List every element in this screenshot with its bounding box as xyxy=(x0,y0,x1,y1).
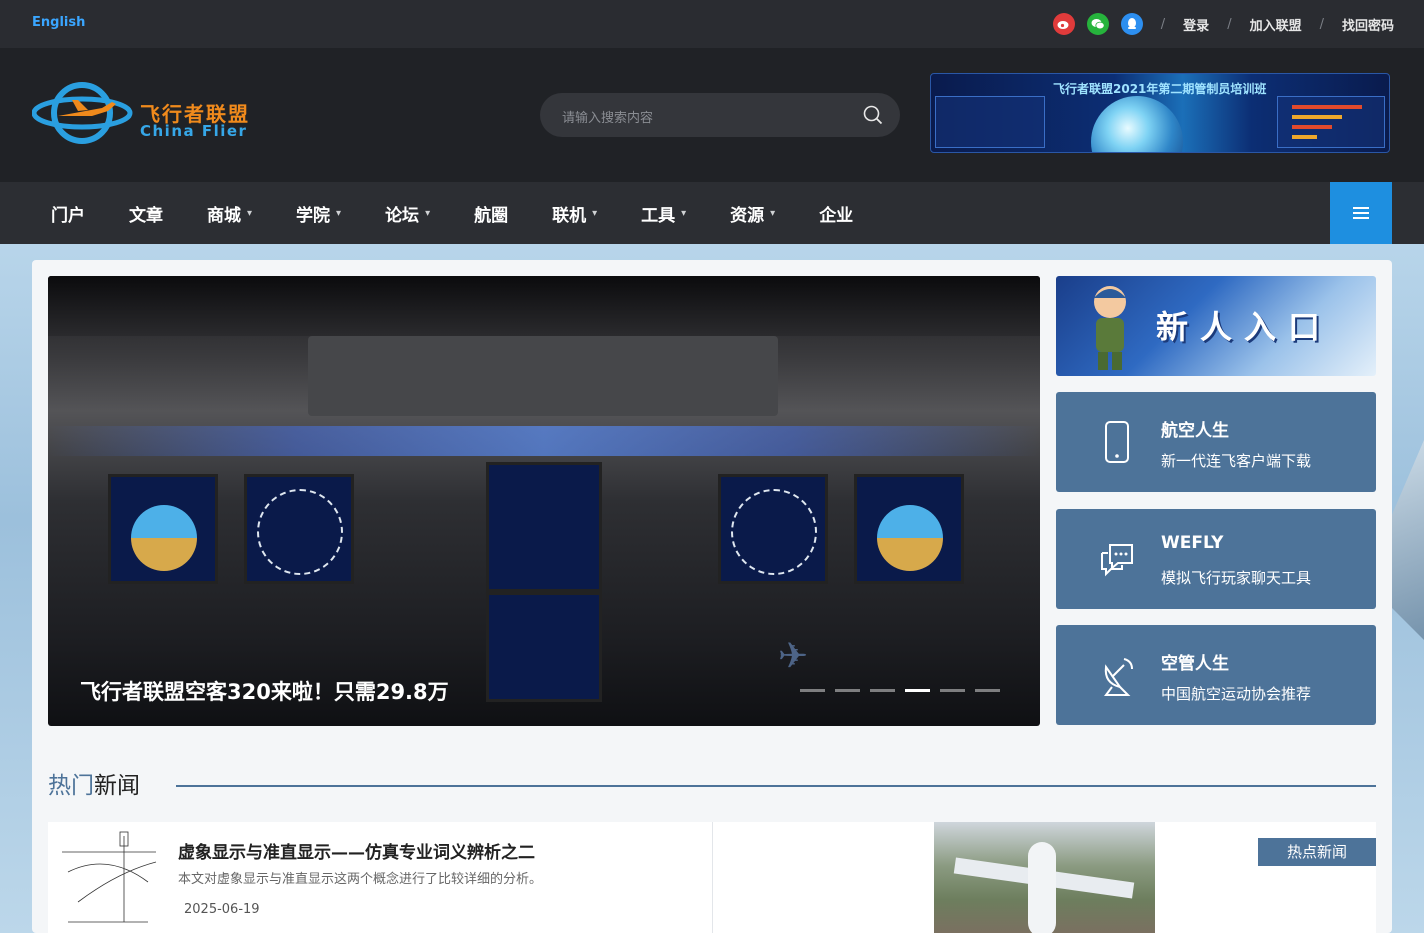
nav-item-academy[interactable]: 学院 ▾ xyxy=(279,201,358,226)
carousel-dots xyxy=(800,689,1000,692)
nd-screen xyxy=(244,474,354,584)
carousel-dot[interactable] xyxy=(835,689,860,692)
language-switch[interactable]: English xyxy=(32,15,85,30)
top-bar-right: / 登录 / 加入联盟 / 找回密码 xyxy=(1052,13,1394,35)
weibo-icon[interactable] xyxy=(1052,13,1075,35)
hot-news-list: 虚象显示与准直显示——仿真专业词义辨析之二 本文对虚象显示与准直显示这两个概念进… xyxy=(48,822,1376,933)
pfd-screen-right xyxy=(854,474,964,584)
news-photo[interactable] xyxy=(934,822,1155,933)
chevron-down-icon: ▾ xyxy=(592,207,598,219)
newbie-entrance-banner[interactable]: 新人入口 xyxy=(1056,276,1376,376)
chevron-down-icon: ▾ xyxy=(336,207,342,219)
cockpit-ceiling xyxy=(48,276,1040,336)
forgot-password-link[interactable]: 找回密码 xyxy=(1342,15,1394,34)
card-title: 空管人生 xyxy=(1161,654,1229,674)
wefly-card[interactable]: WEFLY 模拟飞行玩家聊天工具 xyxy=(1056,509,1376,609)
card-title: WEFLY xyxy=(1161,533,1224,553)
ecam-screen xyxy=(486,462,602,592)
banner-title: 飞行者联盟2021年第二期管制员培训班 xyxy=(1053,82,1267,96)
main-nav: 门户 文章 商城 ▾ 学院 ▾ 论坛 ▾ 航圈 联机 ▾ 工具 ▾ 资源 ▾ 企业 xyxy=(0,182,1424,244)
nav-item-tools[interactable]: 工具 ▾ xyxy=(624,201,703,226)
hot-news-badge[interactable]: 热点新闻 xyxy=(1258,838,1376,866)
card-subtitle: 中国航空运动协会推荐 xyxy=(1161,685,1312,703)
separator: / xyxy=(1319,16,1324,32)
cockpit-overhead-panel xyxy=(308,336,778,416)
carousel-caption[interactable]: 飞行者联盟空客320来啦！只需29.8万 xyxy=(80,676,449,706)
search-input[interactable]: 请输入搜索内容 xyxy=(540,93,900,137)
nav-item-portal[interactable]: 门户 xyxy=(34,201,102,226)
pfd-screen xyxy=(108,474,218,584)
top-bar: English / 登录 / 加入联盟 / 找回密码 xyxy=(0,0,1424,48)
atc-life-card[interactable]: 空管人生 中国航空运动协会推荐 xyxy=(1056,625,1376,725)
card-subtitle: 新一代连飞客户端下载 xyxy=(1161,452,1312,470)
phone-icon xyxy=(1105,421,1129,463)
chevron-down-icon: ▾ xyxy=(425,207,431,219)
logo-globe-icon xyxy=(31,82,133,144)
newbie-label: 新人入口 xyxy=(1156,308,1333,346)
watermark-logo: ✈ xyxy=(778,636,809,677)
chat-icon xyxy=(1101,544,1133,577)
radar-dish-icon xyxy=(1104,658,1133,696)
search-icon[interactable] xyxy=(862,104,884,126)
chevron-down-icon: ▾ xyxy=(770,207,776,219)
hot-news-heading: 热门新闻 xyxy=(48,773,140,799)
heading-divider xyxy=(176,785,1376,787)
login-link[interactable]: 登录 xyxy=(1183,15,1209,34)
card-title: 航空人生 xyxy=(1161,421,1229,441)
carousel-dot[interactable] xyxy=(800,689,825,692)
globe-image xyxy=(1091,96,1183,152)
menu-icon xyxy=(1353,207,1369,219)
stats-panel xyxy=(1277,96,1385,148)
nav-item-online[interactable]: 联机 ▾ xyxy=(535,201,614,226)
nav-item-enterprise[interactable]: 企业 xyxy=(802,201,870,226)
news-title[interactable]: 虚象显示与准直显示——仿真专业词义辨析之二 xyxy=(178,838,535,863)
news-thumbnail[interactable] xyxy=(48,822,162,933)
carousel-dot[interactable] xyxy=(870,689,895,692)
training-banner[interactable]: 飞行者联盟2021年第二期管制员培训班 xyxy=(930,73,1390,153)
join-link[interactable]: 加入联盟 xyxy=(1250,15,1302,34)
separator: / xyxy=(1160,16,1166,32)
hamburger-menu-button[interactable] xyxy=(1330,182,1392,244)
carousel-dot-active[interactable] xyxy=(905,689,930,692)
news-description: 本文对虚象显示与准直显示这两个概念进行了比较详细的分析。 xyxy=(178,872,543,887)
site-logo[interactable]: 飞行者联盟 China Flier xyxy=(31,78,252,148)
header: 飞行者联盟 China Flier 请输入搜索内容 飞行者联盟2021年第二期管… xyxy=(0,48,1424,182)
pilot-mascot-icon xyxy=(1094,286,1126,370)
carousel-dot[interactable] xyxy=(940,689,965,692)
wechat-icon[interactable] xyxy=(1086,13,1109,35)
nav-item-circle[interactable]: 航圈 xyxy=(457,201,525,226)
nav-item-resources[interactable]: 资源 ▾ xyxy=(713,201,792,226)
card-subtitle: 模拟飞行玩家聊天工具 xyxy=(1161,569,1312,587)
chevron-down-icon: ▾ xyxy=(247,207,253,219)
news-date: 2025-06-19 xyxy=(184,902,260,917)
chevron-down-icon: ▾ xyxy=(681,207,687,219)
main-content: ✈ 飞行者联盟空客320来啦！只需29.8万 新人入口 航空人生 新一代连飞客户… xyxy=(32,260,1392,933)
nav-item-shop[interactable]: 商城 ▾ xyxy=(190,201,269,226)
weather-panel xyxy=(935,96,1045,148)
aviation-life-card[interactable]: 航空人生 新一代连飞客户端下载 xyxy=(1056,392,1376,492)
separator: / xyxy=(1227,16,1232,32)
news-divider xyxy=(712,822,713,933)
search-placeholder: 请输入搜索内容 xyxy=(562,111,654,126)
nav-item-forum[interactable]: 论坛 ▾ xyxy=(368,201,447,226)
qq-icon[interactable] xyxy=(1120,13,1143,35)
cockpit-light xyxy=(48,426,1040,456)
nd-screen-right xyxy=(718,474,828,584)
sd-screen xyxy=(486,592,602,702)
hero-carousel[interactable]: ✈ 飞行者联盟空客320来啦！只需29.8万 xyxy=(48,276,1040,726)
nav-item-articles[interactable]: 文章 xyxy=(112,201,180,226)
carousel-dot[interactable] xyxy=(975,689,1000,692)
logo-en: China Flier xyxy=(140,122,248,140)
